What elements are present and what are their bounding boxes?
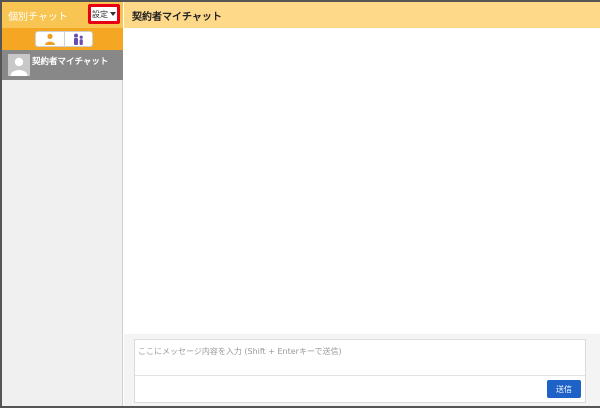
settings-button[interactable]: 設定 [88, 4, 120, 24]
composer: 送信 [124, 334, 600, 406]
avatar-icon [8, 54, 30, 76]
send-button[interactable]: 送信 [547, 380, 581, 398]
chat-header: 契約者マイチャット [124, 2, 600, 28]
filter-toggle [35, 31, 93, 47]
settings-label: 設定 [92, 9, 108, 19]
contact-item[interactable]: 契約者マイチャット [2, 50, 123, 80]
message-area [124, 28, 600, 334]
message-input[interactable] [135, 340, 585, 376]
filter-group-button[interactable] [63, 32, 92, 46]
chevron-down-icon [110, 12, 116, 16]
person-icon [44, 33, 55, 45]
filter-bar [2, 28, 123, 50]
filter-individual-button[interactable] [36, 32, 64, 46]
chat-title: 契約者マイチャット [132, 12, 222, 23]
group-icon [73, 33, 83, 45]
composer-box: 送信 [134, 339, 586, 403]
sidebar-header: 個別チャット 設定 [2, 2, 123, 28]
contact-name: 契約者マイチャット [32, 57, 109, 67]
sidebar: 個別チャット 設定 契約者マイチャット [2, 2, 123, 406]
sidebar-title: 個別チャット [8, 12, 68, 23]
app-window: 個別チャット 設定 契約者マイチャット 契約者マイチャット ここにメッセージ内容… [0, 0, 600, 408]
